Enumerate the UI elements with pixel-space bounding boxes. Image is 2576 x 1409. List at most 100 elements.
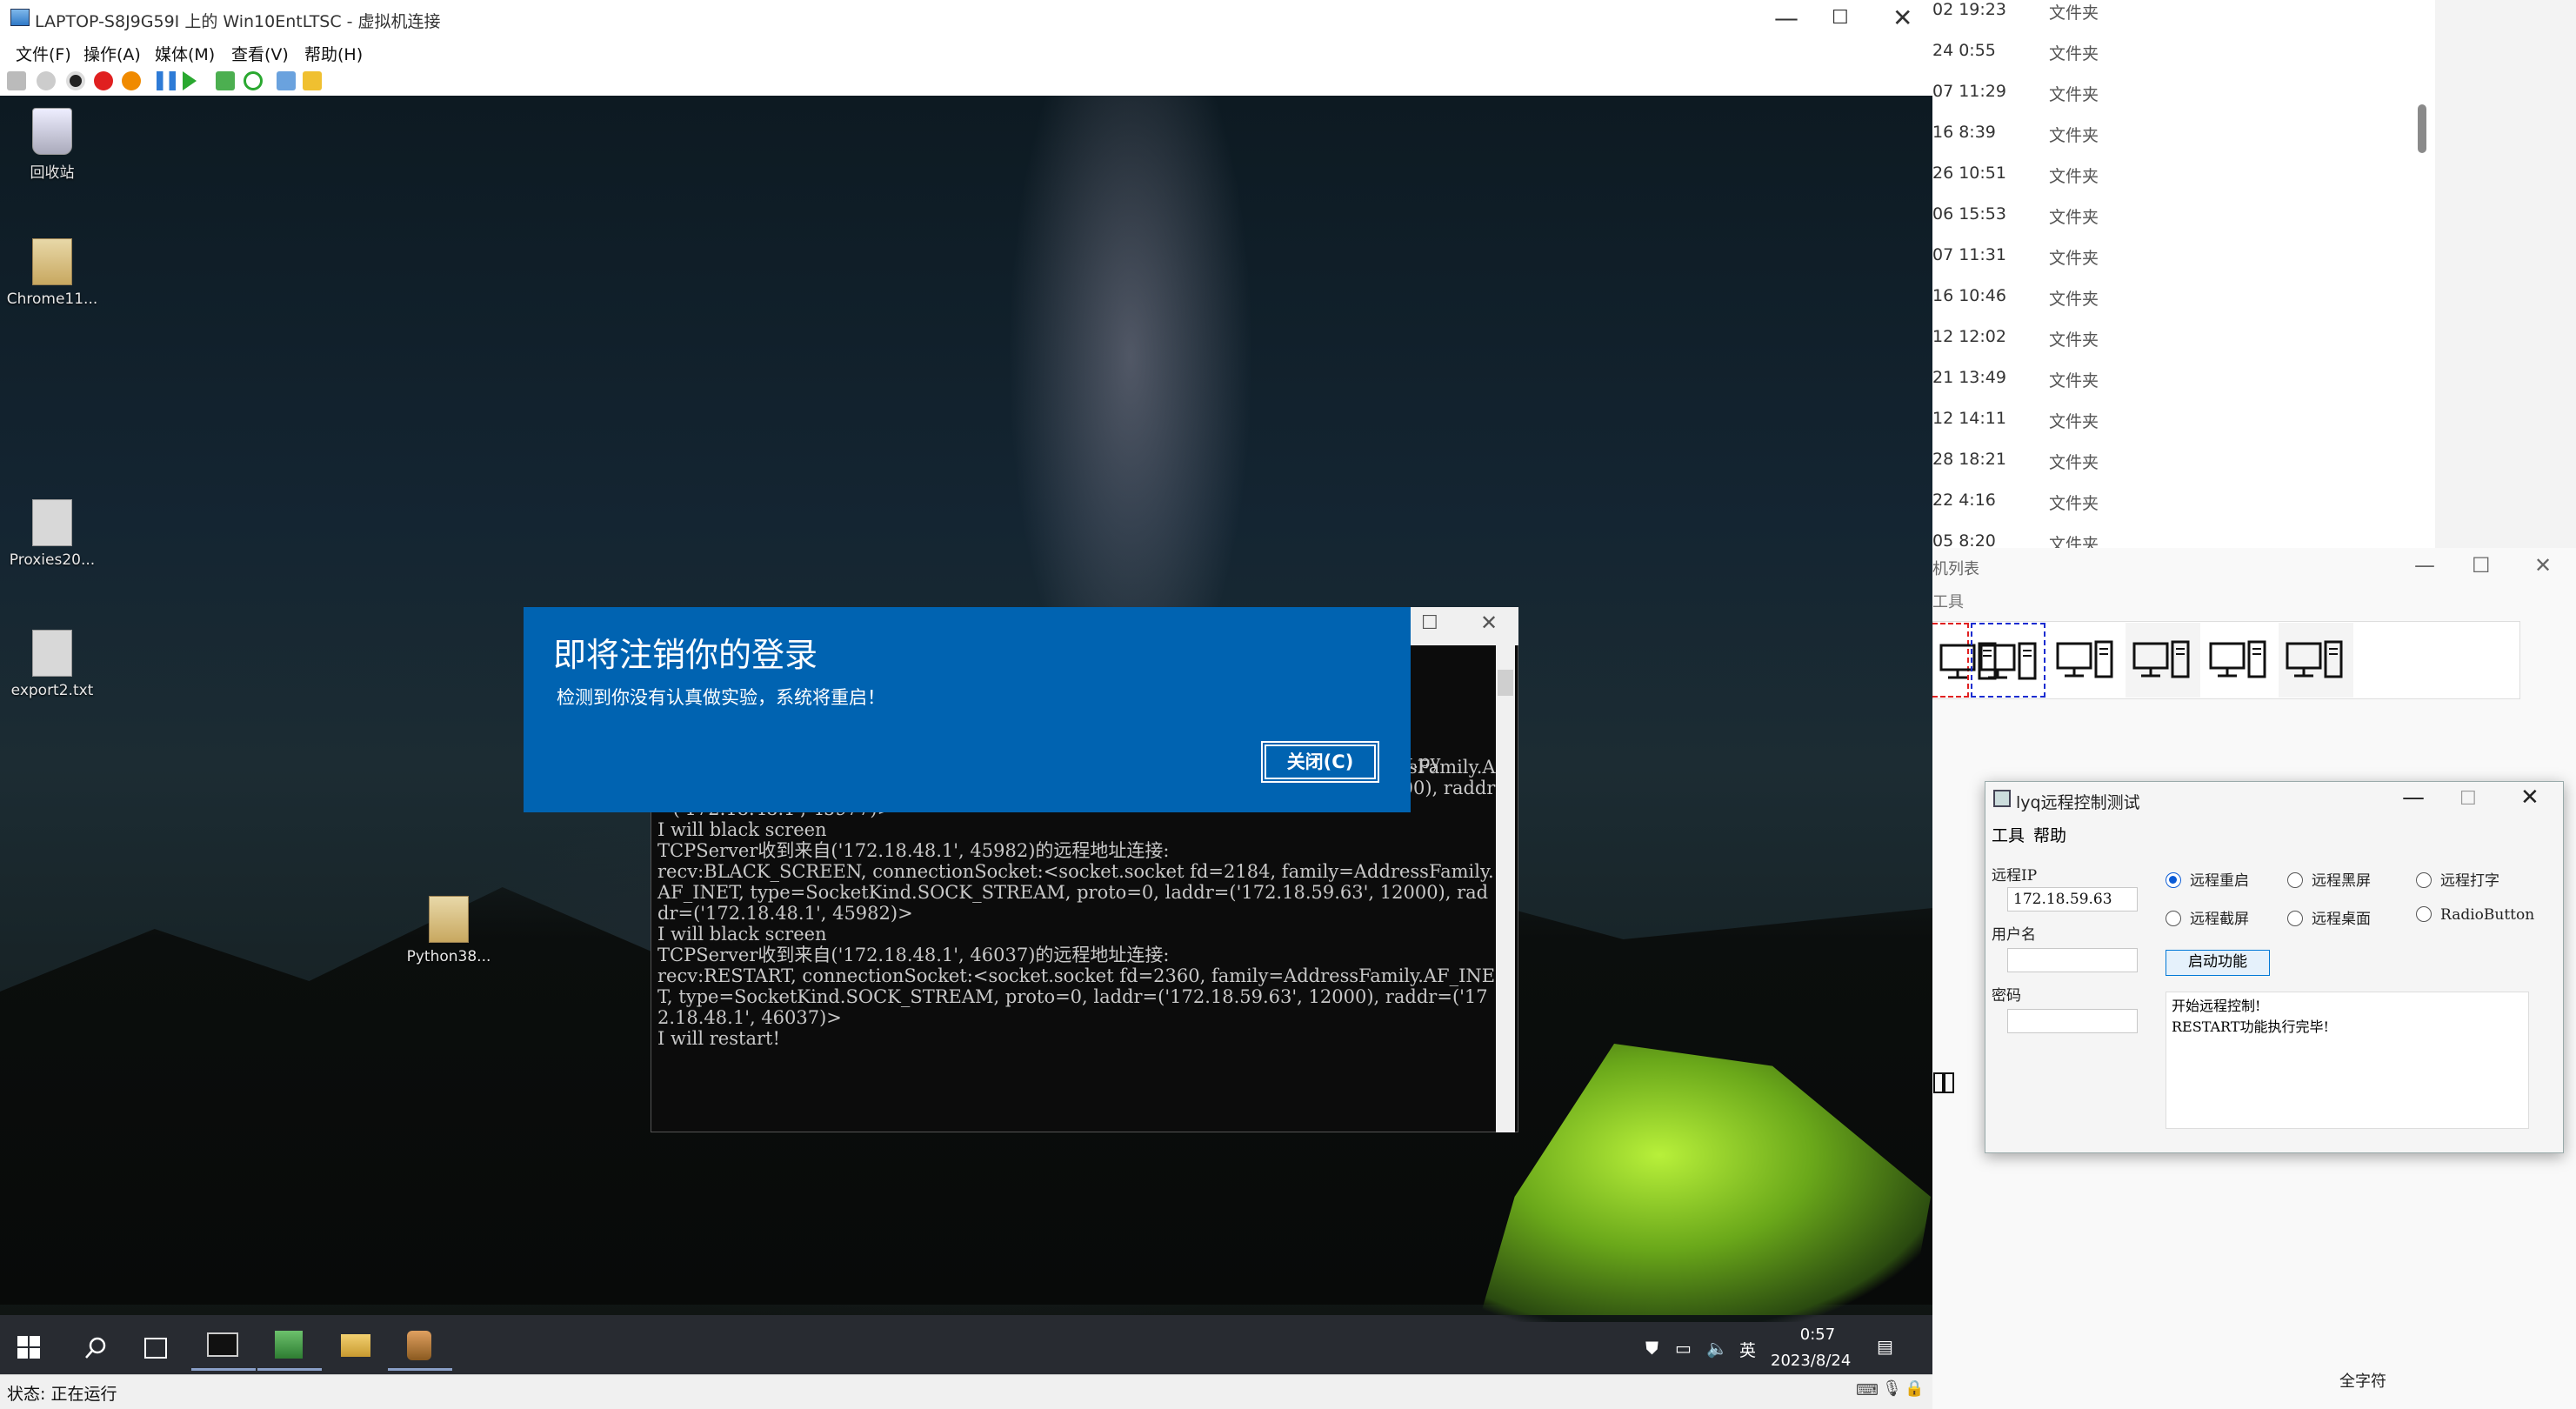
explorer-row-date[interactable]: 28 18:21 — [1932, 450, 2028, 469]
host-list-close-button[interactable]: ✕ — [2534, 553, 2552, 578]
explorer-scrollbar-thumb[interactable] — [2418, 104, 2426, 153]
taskbar-console[interactable] — [191, 1322, 256, 1371]
host-computer-icon[interactable] — [2202, 623, 2277, 698]
network-icon[interactable]: ▭ — [1675, 1338, 1692, 1359]
menu-view[interactable]: 查看(V) — [231, 42, 289, 65]
console-close-button[interactable]: ✕ — [1480, 611, 1498, 635]
revert-icon[interactable] — [244, 71, 263, 90]
notification-icon[interactable]: ▤ — [1877, 1336, 1893, 1357]
app-icon — [1993, 790, 2011, 807]
menu-media[interactable]: 媒体(M) — [155, 42, 215, 65]
vm-window-title: LAPTOP-S8J9G59I 上的 Win10EntLTSC - 虚拟机连接 — [35, 12, 441, 31]
control-minimize-button[interactable]: — — [2402, 785, 2425, 811]
explorer-row-date[interactable]: 26 10:51 — [1932, 164, 2028, 183]
share-icon[interactable] — [303, 71, 322, 90]
explorer-row-date[interactable]: 22 4:16 — [1932, 491, 2028, 510]
explorer-row-date[interactable]: 06 15:53 — [1932, 204, 2028, 224]
vm-minimize-button[interactable]: — — [1774, 3, 1799, 32]
host-computer-icon[interactable] — [1971, 623, 2045, 698]
vm-close-button[interactable]: ✕ — [1892, 3, 1912, 32]
text-file-icon — [32, 630, 72, 677]
desktop-icon-python38[interactable]: Python38... — [397, 896, 501, 965]
radio-dot-icon[interactable] — [2416, 872, 2432, 888]
taskbar-explorer[interactable] — [324, 1322, 388, 1371]
radio-dot-icon[interactable] — [2416, 906, 2432, 922]
explorer-row-type: 文件夹 — [2049, 44, 2099, 63]
host-list-minimize-button[interactable]: — — [2414, 553, 2435, 578]
enhanced-session-icon[interactable] — [277, 71, 296, 90]
desktop-icon-chrome-folder[interactable]: Chrome11... — [0, 238, 104, 308]
turn-off-icon[interactable] — [66, 71, 85, 90]
vm-maximize-button[interactable]: ☐ — [1832, 7, 1849, 29]
explorer-row-date[interactable]: 21 13:49 — [1932, 368, 2028, 387]
ctrl-alt-del-icon[interactable] — [7, 71, 26, 90]
host-list-menu-tools[interactable]: 工具 — [1932, 590, 1964, 612]
taskbar-app[interactable] — [388, 1322, 452, 1371]
start-icon[interactable] — [37, 71, 56, 90]
explorer-row-date[interactable]: 12 12:02 — [1932, 327, 2028, 346]
desktop-icon-recycle-bin[interactable]: 回收站 — [0, 108, 104, 182]
task-view-icon[interactable] — [144, 1338, 167, 1359]
start-function-button[interactable]: 启动功能 — [2166, 950, 2270, 976]
radio-dot-icon[interactable] — [2166, 872, 2181, 888]
checkpoint-icon[interactable] — [216, 71, 235, 90]
radio-option[interactable]: 远程重启 — [2166, 868, 2249, 890]
explorer-row-date[interactable]: 07 11:31 — [1932, 245, 2028, 264]
explorer-row-type: 文件夹 — [2049, 453, 2099, 472]
radio-option[interactable]: RadioButton — [2416, 906, 2534, 924]
radio-option[interactable]: 远程打字 — [2416, 868, 2499, 890]
input-method-indicator[interactable]: 英 — [1739, 1338, 1756, 1361]
menu-help[interactable]: 帮助(H) — [304, 42, 363, 65]
radio-option[interactable]: 远程黑屏 — [2287, 868, 2371, 890]
pause-icon[interactable] — [157, 71, 176, 90]
taskbar-notepad[interactable] — [257, 1322, 322, 1371]
radio-dot-icon[interactable] — [2166, 911, 2181, 926]
control-maximize-button[interactable]: ☐ — [2459, 788, 2477, 810]
menu-action[interactable]: 操作(A) — [83, 42, 141, 65]
start-button[interactable] — [17, 1336, 40, 1359]
search-icon[interactable] — [83, 1336, 108, 1360]
keyboard-icon: ⌨ — [1856, 1381, 1879, 1399]
radio-option[interactable]: 远程截屏 — [2166, 906, 2249, 928]
radio-label: 远程黑屏 — [2312, 872, 2371, 890]
explorer-row-date[interactable]: 07 11:29 — [1932, 82, 2028, 101]
explorer-row-date[interactable]: 24 0:55 — [1932, 41, 2028, 60]
shut-down-icon[interactable] — [94, 71, 113, 90]
volume-icon[interactable]: 🔈 — [1706, 1338, 1728, 1359]
host-list-maximize-button[interactable]: ☐ — [2472, 553, 2491, 578]
explorer-row-date[interactable]: 16 8:39 — [1932, 123, 2028, 142]
console-maximize-button[interactable]: ☐ — [1421, 612, 1438, 634]
vm-statusbar — [0, 1374, 1932, 1409]
host-computer-icon[interactable] — [1932, 623, 1997, 698]
explorer-row-date[interactable]: 16 10:46 — [1932, 286, 2028, 305]
resume-icon[interactable] — [183, 71, 197, 90]
explorer-row-type: 文件夹 — [2049, 249, 2099, 268]
save-icon[interactable] — [122, 71, 141, 90]
security-icon[interactable]: ⛊ — [1645, 1338, 1658, 1359]
desktop-icon-proxies[interactable]: Proxies20... — [0, 499, 104, 569]
desktop-icon-export2[interactable]: export2.txt — [0, 630, 104, 699]
radio-dot-icon[interactable] — [2287, 872, 2303, 888]
control-close-button[interactable]: ✕ — [2520, 785, 2539, 811]
radio-dot-icon[interactable] — [2287, 911, 2303, 926]
dialog-close-button[interactable]: 关闭(C) — [1261, 741, 1379, 783]
vm-status-text: 状态: 正在运行 — [7, 1385, 117, 1404]
taskbar-date[interactable]: 2023/8/24 — [1771, 1352, 1851, 1370]
password-input[interactable] — [2007, 1009, 2138, 1033]
host-computer-icon-partial[interactable] — [1932, 1070, 1955, 1096]
explorer-row-date[interactable]: 02 19:23 — [1932, 0, 2028, 19]
desktop-icon-label: Chrome11... — [6, 290, 98, 308]
control-menu-tools[interactable]: 工具 — [1992, 823, 2025, 846]
host-computer-icon[interactable] — [2279, 623, 2353, 698]
console-scrollbar-thumb[interactable] — [1498, 670, 1513, 696]
host-computer-icon[interactable] — [2049, 623, 2124, 698]
explorer-row-date[interactable]: 12 14:11 — [1932, 409, 2028, 428]
control-menu-help[interactable]: 帮助 — [2033, 823, 2066, 846]
menu-file[interactable]: 文件(F) — [16, 42, 71, 65]
ip-input[interactable]: 172.18.59.63 — [2007, 887, 2138, 912]
radio-option[interactable]: 远程桌面 — [2287, 906, 2371, 928]
taskbar-time[interactable]: 0:57 — [1783, 1326, 1852, 1344]
host-computer-icon[interactable] — [2126, 623, 2200, 698]
username-input[interactable] — [2007, 948, 2138, 972]
console-scrollbar[interactable] — [1496, 645, 1515, 1132]
